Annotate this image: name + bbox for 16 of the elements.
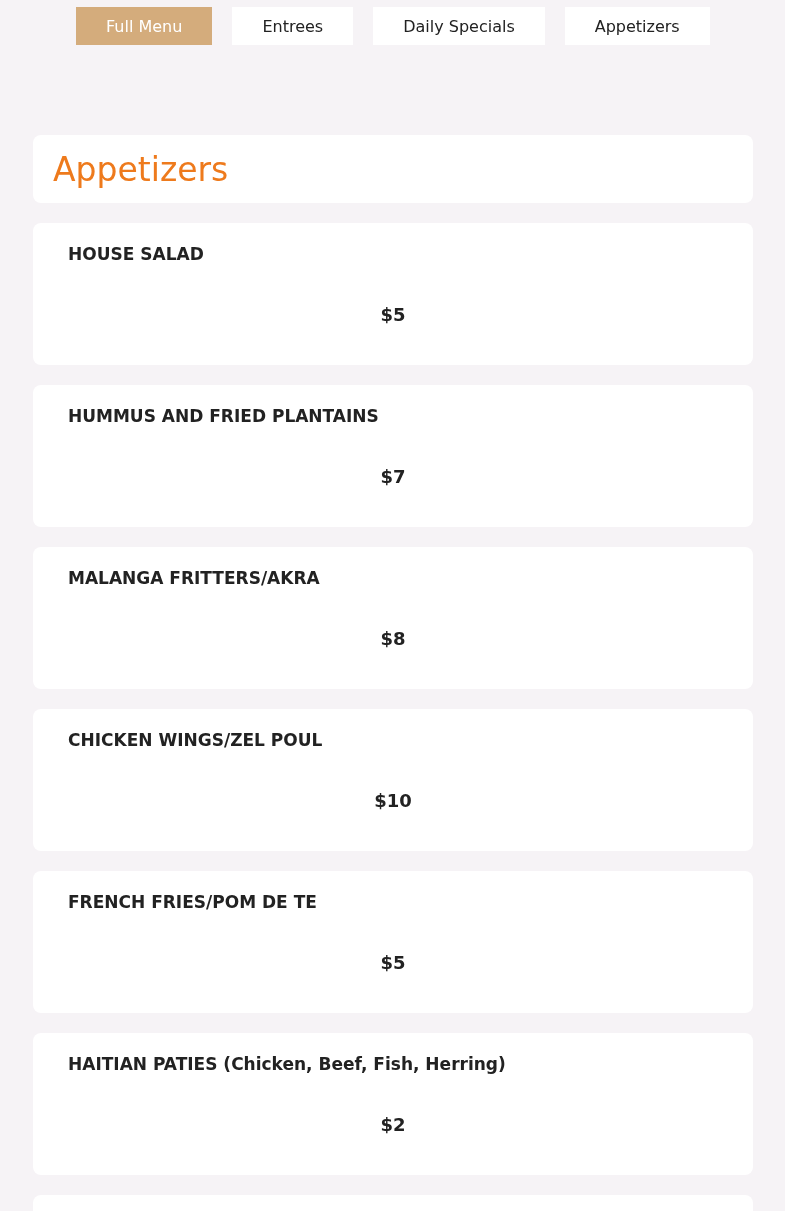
item-price: $8 (380, 628, 406, 649)
item-name: MALANGA FRITTERS/AKRA (68, 567, 320, 589)
item-name: HOUSE SALAD (68, 243, 204, 265)
item-price: $7 (380, 466, 406, 487)
menu-tab[interactable]: Daily Specials (373, 7, 545, 45)
item-name: FRENCH FRIES/POM DE TE (68, 891, 317, 913)
item-name: HAITIAN PATIES (Chicken, Beef, Fish, Herring) (68, 1053, 506, 1075)
item-price: $2 (380, 1114, 406, 1135)
menu-tab[interactable]: Entrees (232, 7, 354, 45)
item-price: $10 (374, 790, 412, 811)
menu-tab[interactable]: Appetizers (564, 7, 710, 45)
item-price: $5 (380, 304, 406, 325)
section-title: Appetizers (53, 149, 229, 189)
item-name: HUMMUS AND FRIED PLANTAINS (68, 405, 379, 427)
item-price: $5 (380, 952, 406, 973)
item-name: CHICKEN WINGS/ZEL POUL (68, 729, 323, 751)
